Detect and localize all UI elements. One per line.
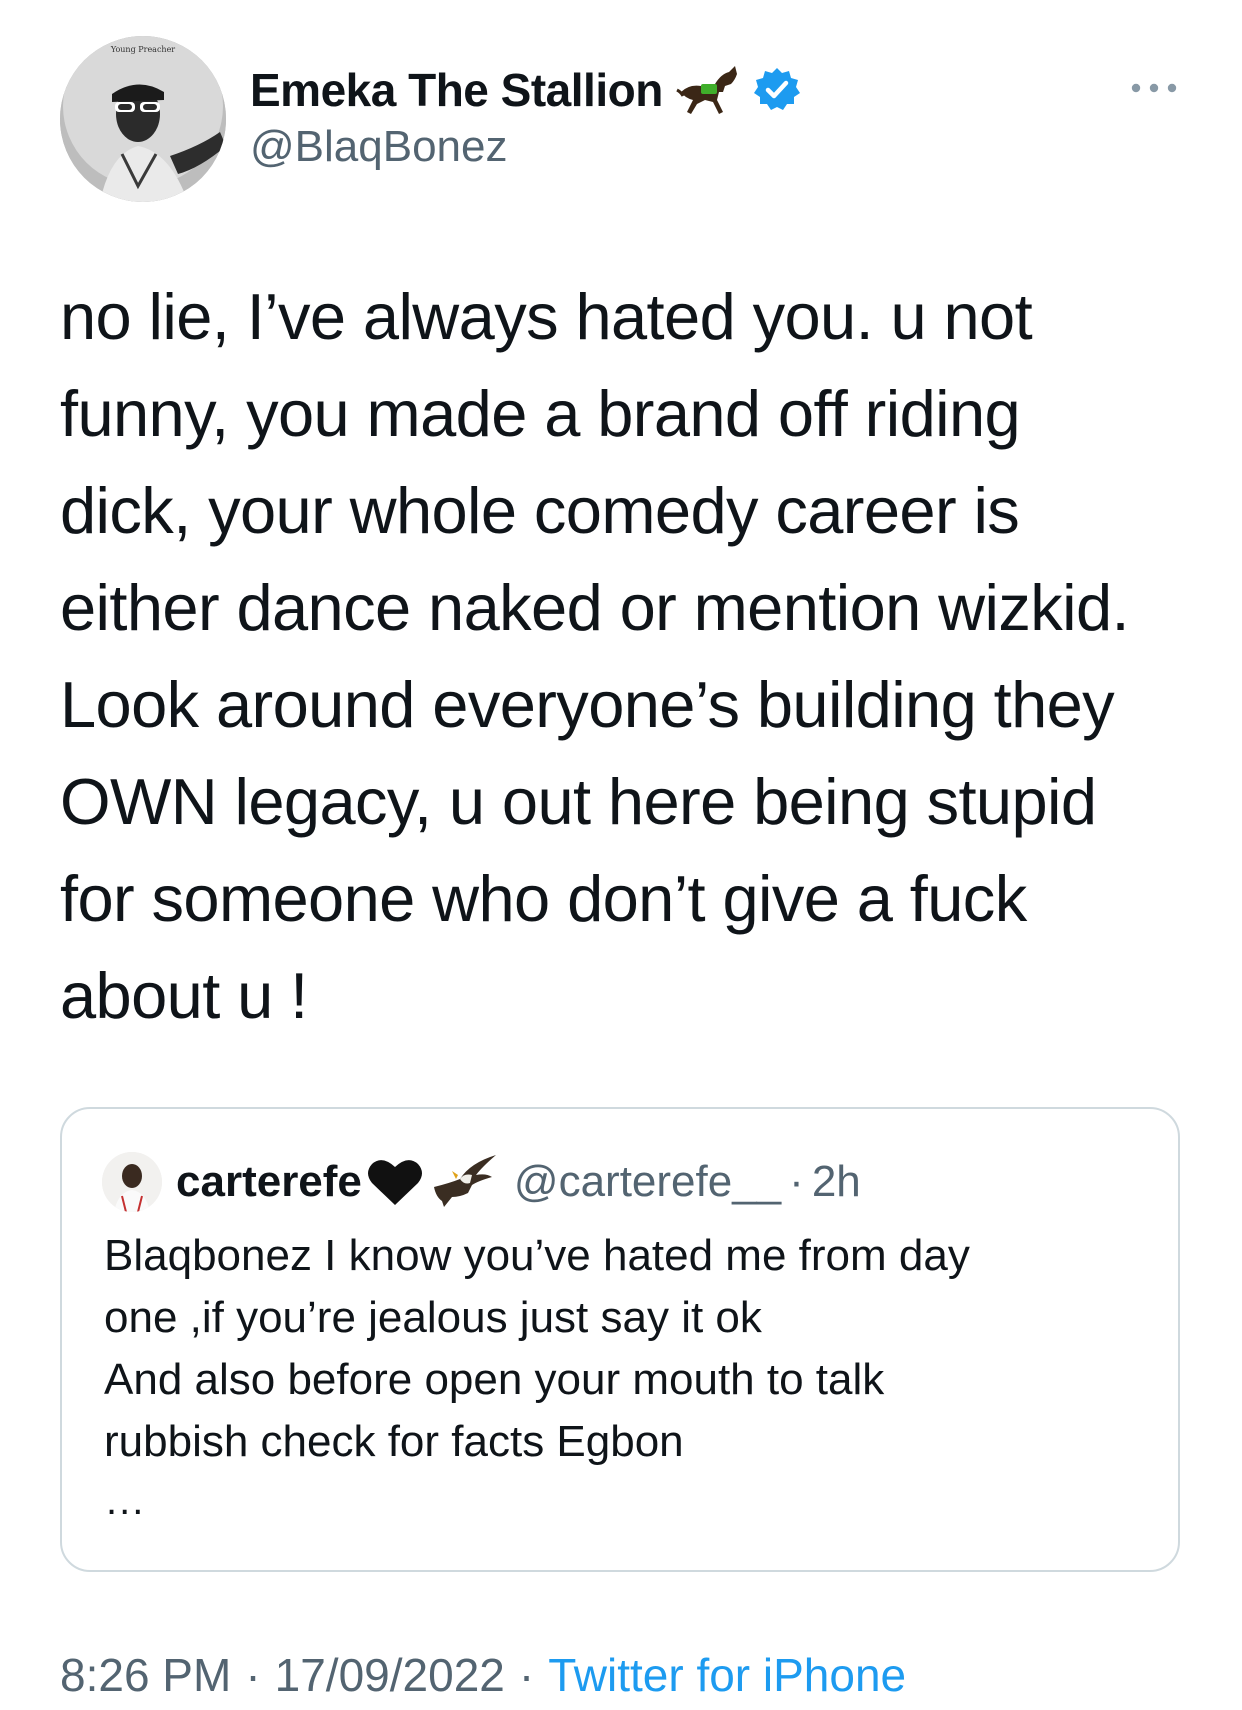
quoted-tweet-more: ... — [106, 1479, 146, 1523]
horse-icon — [676, 66, 737, 114]
tweet-card: Young Preacher Emeka The Stallion @BlaqB… — [0, 0, 1242, 1701]
quoted-tweet-time[interactable]: 2h — [812, 1157, 861, 1207]
quoted-header-separator: · — [789, 1157, 804, 1206]
verified-badge-icon — [753, 68, 800, 110]
tweet-date[interactable]: 17/09/2022 — [275, 1648, 505, 1702]
quoted-tweet[interactable]: carterefe @carterefe__ · 2h Blaqbonez I … — [60, 1107, 1180, 1572]
quoted-author-handle[interactable]: @carterefe__ — [514, 1157, 781, 1207]
tweet-text: no lie, I’ve always hated you. u not fun… — [60, 280, 1130, 1032]
author-name[interactable]: Emeka The Stallion — [250, 63, 663, 117]
quoted-author-avatar[interactable] — [102, 1152, 162, 1212]
quoted-tweet-header: carterefe @carterefe__ · 2h — [102, 1151, 861, 1213]
quoted-tweet-text: Blaqbonez I know you’ve hated me from da… — [104, 1231, 970, 1466]
avatar-caption: Young Preacher — [110, 45, 175, 54]
tweet-source-link[interactable]: Twitter for iPhone — [548, 1648, 906, 1702]
more-options-icon[interactable] — [1130, 78, 1178, 98]
meta-separator: · — [518, 1649, 535, 1701]
quoted-author-avatar-image — [102, 1152, 162, 1212]
meta-separator: · — [245, 1649, 261, 1701]
author-avatar-image: Young Preacher — [60, 36, 226, 202]
tweet-time[interactable]: 8:26 PM — [60, 1648, 231, 1702]
black-heart-icon — [367, 1160, 422, 1205]
author-avatar[interactable]: Young Preacher — [60, 36, 226, 202]
tweet-meta: 8:26 PM · 17/09/2022 · Twitter for iPhon… — [60, 1640, 906, 1710]
quoted-author-name[interactable]: carterefe — [176, 1157, 362, 1207]
eagle-icon — [433, 1155, 496, 1207]
author-handle[interactable]: @BlaqBonez — [250, 122, 508, 172]
author-name-row: Emeka The Stallion — [250, 60, 801, 120]
